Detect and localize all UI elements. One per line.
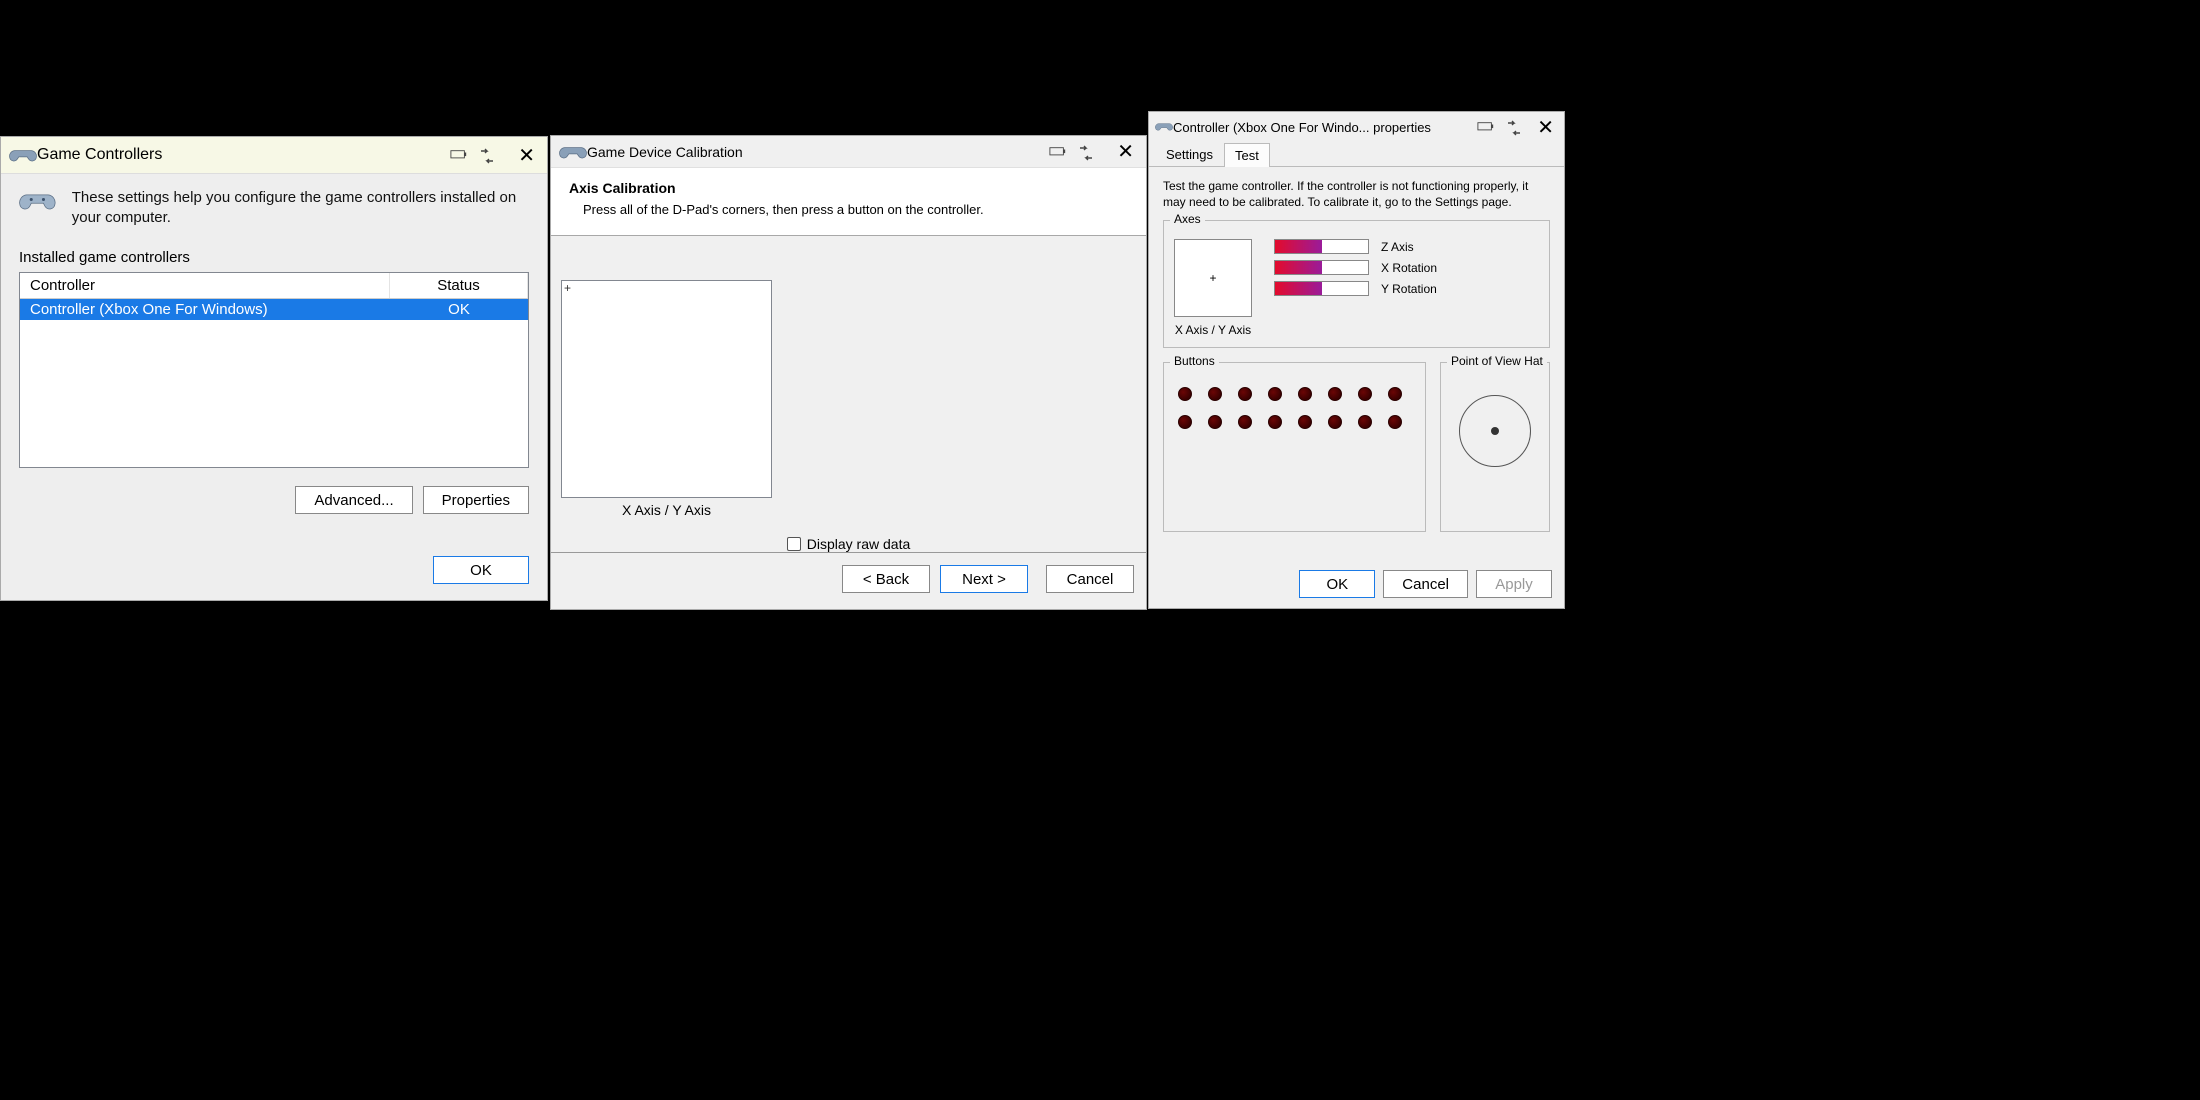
properties-button[interactable]: Properties — [423, 486, 529, 514]
pov-hat-indicator[interactable] — [1459, 395, 1531, 467]
gamepad-large-icon — [19, 188, 56, 220]
arrows-icon — [478, 148, 496, 162]
buttons-legend: Buttons — [1170, 354, 1219, 368]
axis-bar-row: Z Axis — [1274, 239, 1437, 254]
button-led — [1208, 415, 1222, 429]
button-led — [1238, 387, 1252, 401]
axes-legend: Axes — [1170, 212, 1205, 226]
button-led — [1388, 415, 1402, 429]
axis-bar[interactable] — [1274, 260, 1369, 275]
tab-settings[interactable]: Settings — [1155, 142, 1224, 166]
axis-bar-label: Z Axis — [1381, 240, 1414, 254]
display-raw-data-checkbox[interactable] — [787, 537, 801, 551]
crosshair-icon: + — [564, 281, 571, 295]
button-led — [1388, 387, 1402, 401]
display-raw-data-row[interactable]: Display raw data — [551, 536, 1146, 552]
calibration-section: Axis Calibration Press all of the D-Pad'… — [551, 168, 1146, 236]
titlebar[interactable]: Controller (Xbox One For Windo... proper… — [1149, 112, 1564, 142]
game-controllers-dialog: Game Controllers ✕ These settings help y… — [0, 136, 548, 601]
battery-icon — [1477, 120, 1495, 134]
section-title: Axis Calibration — [569, 180, 1128, 196]
axis-bar-label: X Rotation — [1381, 261, 1437, 275]
advanced-button[interactable]: Advanced... — [295, 486, 412, 514]
titlebar-extra-icons — [1477, 120, 1523, 134]
next-button[interactable]: Next > — [940, 565, 1028, 593]
crosshair-icon: + — [1209, 271, 1216, 285]
axis-xy-box[interactable]: + — [1174, 239, 1252, 317]
axis-xy-label: X Axis / Y Axis — [1174, 323, 1252, 337]
arrows-icon — [1077, 145, 1095, 159]
dialog-footer: OK Cancel Apply — [1149, 558, 1564, 610]
pov-dot-icon — [1491, 427, 1499, 435]
axis-bar-row: Y Rotation — [1274, 281, 1437, 296]
button-led — [1298, 415, 1312, 429]
close-icon[interactable]: ✕ — [514, 143, 539, 168]
wizard-footer: < Back Next > Cancel — [551, 552, 1146, 605]
axis-bar[interactable] — [1274, 281, 1369, 296]
pov-legend: Point of View Hat — [1447, 354, 1547, 368]
gamepad-icon — [1155, 120, 1173, 134]
button-led — [1178, 387, 1192, 401]
button-led — [1298, 387, 1312, 401]
button-led — [1238, 415, 1252, 429]
dialog-title: Game Device Calibration — [587, 144, 1049, 160]
display-raw-data-label: Display raw data — [807, 536, 911, 552]
installed-controllers-label: Installed game controllers — [19, 249, 529, 266]
button-led — [1328, 415, 1342, 429]
list-item-status: OK — [390, 299, 528, 320]
button-led — [1328, 387, 1342, 401]
axis-bar-label: Y Rotation — [1381, 282, 1437, 296]
battery-icon — [450, 148, 468, 162]
dialog-title: Controller (Xbox One For Windo... proper… — [1173, 120, 1477, 135]
controller-properties-dialog: Controller (Xbox One For Windo... proper… — [1148, 111, 1565, 609]
button-led — [1358, 415, 1372, 429]
ok-button[interactable]: OK — [1299, 570, 1375, 598]
list-item[interactable]: Controller (Xbox One For Windows) OK — [20, 299, 528, 320]
titlebar[interactable]: Game Controllers ✕ — [1, 137, 547, 174]
gamepad-icon — [559, 142, 587, 162]
button-led — [1268, 387, 1282, 401]
button-led — [1178, 415, 1192, 429]
axes-groupbox: Axes + X Axis / Y Axis Z AxisX RotationY… — [1163, 220, 1550, 348]
column-controller[interactable]: Controller — [20, 273, 390, 298]
axis-xy-label: X Axis / Y Axis — [561, 502, 772, 518]
button-led — [1358, 387, 1372, 401]
ok-button[interactable]: OK — [433, 556, 529, 584]
dialog-title: Game Controllers — [37, 146, 450, 164]
arrows-icon — [1505, 120, 1523, 134]
buttons-groupbox: Buttons — [1163, 362, 1426, 532]
column-status[interactable]: Status — [390, 273, 528, 298]
controllers-listbox[interactable]: Controller Status Controller (Xbox One F… — [19, 272, 529, 468]
game-device-calibration-dialog: Game Device Calibration ✕ Axis Calibrati… — [550, 135, 1147, 610]
axis-bar-row: X Rotation — [1274, 260, 1437, 275]
section-description: Press all of the D-Pad's corners, then p… — [583, 202, 1128, 217]
list-header: Controller Status — [20, 273, 528, 299]
test-instructions: Test the game controller. If the control… — [1163, 179, 1550, 210]
button-led — [1208, 387, 1222, 401]
close-icon[interactable]: ✕ — [1533, 115, 1558, 140]
titlebar[interactable]: Game Device Calibration ✕ — [551, 136, 1146, 168]
axis-bar[interactable] — [1274, 239, 1369, 254]
pov-groupbox: Point of View Hat — [1440, 362, 1550, 532]
apply-button[interactable]: Apply — [1476, 570, 1552, 598]
battery-icon — [1049, 145, 1067, 159]
axis-xy-box[interactable]: + — [561, 280, 772, 498]
tab-strip: Settings Test — [1149, 142, 1564, 166]
cancel-button[interactable]: Cancel — [1383, 570, 1468, 598]
cancel-button[interactable]: Cancel — [1046, 565, 1134, 593]
tab-panel-test: Test the game controller. If the control… — [1149, 166, 1564, 558]
button-led — [1268, 415, 1282, 429]
intro-text: These settings help you configure the ga… — [72, 188, 529, 227]
titlebar-extra-icons — [450, 148, 496, 162]
tab-test[interactable]: Test — [1224, 143, 1270, 167]
titlebar-extra-icons — [1049, 145, 1095, 159]
back-button[interactable]: < Back — [842, 565, 930, 593]
list-item-name: Controller (Xbox One For Windows) — [20, 299, 390, 320]
gamepad-icon — [9, 145, 37, 165]
close-icon[interactable]: ✕ — [1113, 139, 1138, 164]
calibration-canvas-area: + X Axis / Y Axis Display raw data — [551, 236, 1146, 552]
